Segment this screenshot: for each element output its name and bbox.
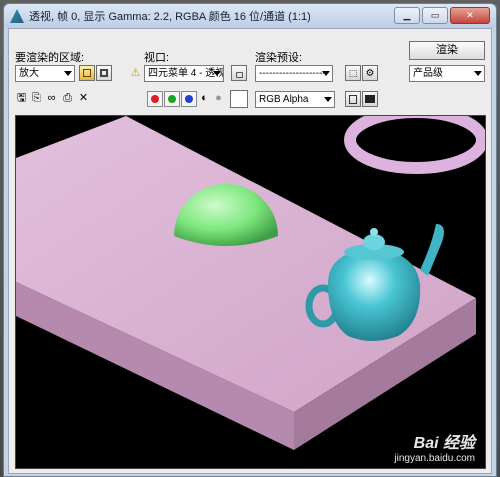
rendered-scene <box>16 116 485 450</box>
watermark-logo: Bai 经验 <box>413 435 475 452</box>
toggle-ui-icon <box>365 95 375 103</box>
print-icon[interactable]: ⎙ <box>61 92 74 105</box>
warning-icon: ⚠ <box>130 67 141 79</box>
viewport-dropdown[interactable]: 四元菜单 4 - 透视 <box>144 65 224 82</box>
preset-label: 渲染预设: <box>255 52 303 64</box>
toggle-ui-button[interactable] <box>362 91 378 107</box>
monochrome-icon[interactable]: ● <box>212 92 225 105</box>
rendered-frame-window: 透视, 帧 0, 显示 Gamma: 2.2, RGBA 颜色 16 位/通道 … <box>3 3 497 477</box>
render-button[interactable]: 渲染 <box>409 41 485 60</box>
environment-button[interactable]: ⬚ <box>345 65 361 81</box>
display-button[interactable] <box>345 91 361 107</box>
channel-value: RGB Alpha <box>259 94 309 105</box>
clear-icon[interactable]: ✕ <box>77 92 90 105</box>
env-icon: ⬚ <box>348 67 358 78</box>
chevron-down-icon <box>213 71 221 76</box>
window-title: 透视, 帧 0, 显示 Gamma: 2.2, RGBA 颜色 16 位/通道 … <box>29 11 311 23</box>
viewport-label: 视口: <box>144 52 170 64</box>
lock-viewport-button[interactable] <box>231 65 247 81</box>
alpha-icon[interactable]: ◐ <box>198 92 211 105</box>
green-channel-toggle[interactable] <box>164 91 180 107</box>
green-channel-icon <box>168 95 176 103</box>
clone-icon[interactable]: ∞ <box>45 92 58 105</box>
white-swatch-icon[interactable] <box>230 90 248 108</box>
area-dropdown[interactable]: 放大 <box>15 65 75 82</box>
display-icon <box>349 94 357 104</box>
lock-icon <box>235 71 243 78</box>
blue-channel-toggle[interactable] <box>181 91 197 107</box>
settings-icon: ⚙ <box>365 67 375 79</box>
quality-dropdown[interactable]: 产品级 <box>409 65 485 82</box>
app-logo-icon <box>10 9 24 23</box>
save-icon[interactable]: 🖫 <box>15 92 28 105</box>
settings-button[interactable]: ⚙ <box>362 65 378 81</box>
render-viewport[interactable]: Bai 经验 jingyan.baidu.com <box>15 115 486 469</box>
quality-value: 产品级 <box>413 68 443 79</box>
chevron-down-icon <box>64 71 72 76</box>
blue-channel-icon <box>185 95 193 103</box>
chevron-down-icon <box>322 71 330 76</box>
frame-icon <box>100 69 108 77</box>
area-value: 放大 <box>19 68 39 79</box>
auto-region-button[interactable] <box>96 65 112 81</box>
chevron-down-icon <box>474 71 482 76</box>
render-panel: 要渲染的区域: 放大 视口: ⚠ 四元菜单 4 - 透视 渲染预设: -----… <box>8 28 492 474</box>
region-icon <box>83 69 91 77</box>
minimize-button[interactable]: ▁ <box>394 7 420 24</box>
watermark-url: jingyan.baidu.com <box>394 453 475 464</box>
titlebar[interactable]: 透视, 帧 0, 显示 Gamma: 2.2, RGBA 颜色 16 位/通道 … <box>4 4 496 28</box>
red-channel-toggle[interactable] <box>147 91 163 107</box>
close-button[interactable]: ✕ <box>450 7 490 24</box>
torus <box>344 116 485 174</box>
chevron-down-icon <box>324 97 332 102</box>
channel-dropdown[interactable]: RGB Alpha <box>255 91 335 108</box>
preset-value: -------------------- <box>259 68 326 79</box>
red-channel-icon <box>151 95 159 103</box>
maximize-button[interactable]: ▭ <box>422 7 448 24</box>
watermark: Bai 经验 jingyan.baidu.com <box>394 429 475 464</box>
area-label: 要渲染的区域: <box>15 52 85 64</box>
copy-icon[interactable]: ⎘ <box>30 92 43 105</box>
edit-region-button[interactable] <box>79 65 95 81</box>
preset-dropdown[interactable]: -------------------- <box>255 65 333 82</box>
